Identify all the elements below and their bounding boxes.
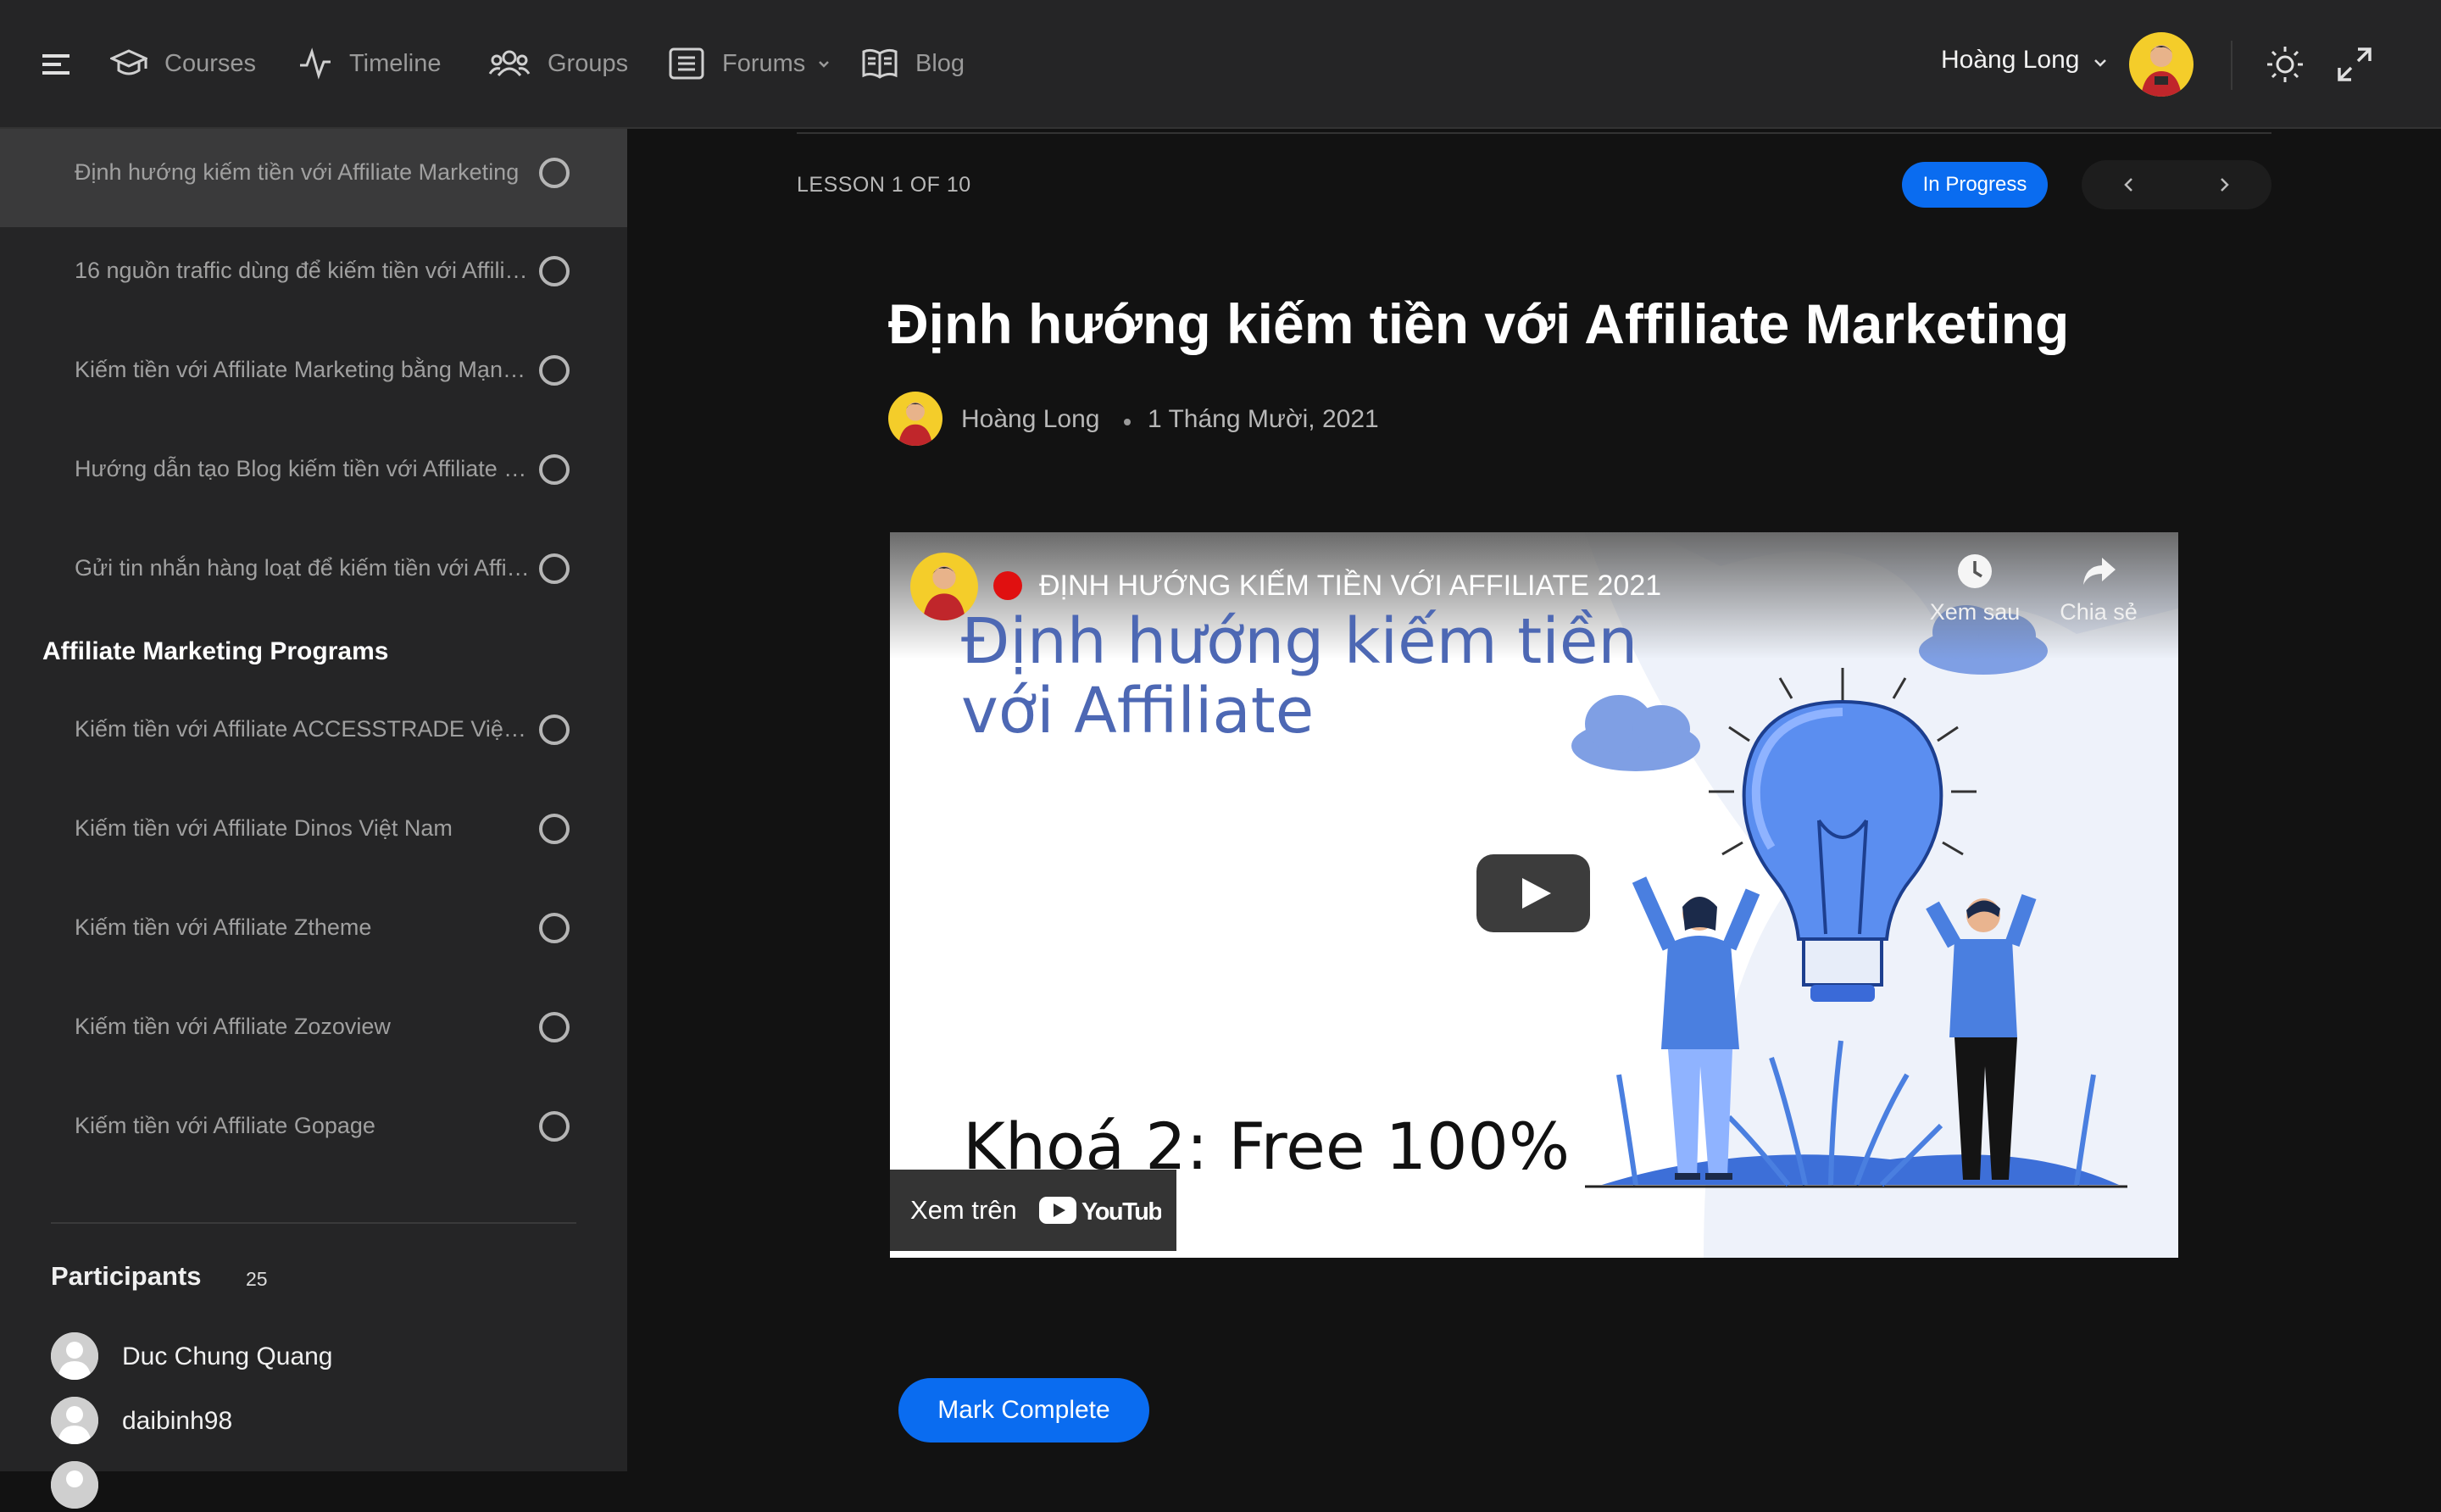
watch-on-youtube-button[interactable]: Xem trên YouTube	[890, 1170, 1176, 1251]
user-menu-name[interactable]: Hoàng Long	[1941, 46, 2079, 75]
nav-blog[interactable]: Blog	[861, 34, 965, 93]
participant-name: Duc Chung Quang	[122, 1342, 333, 1370]
lesson-item-label: Kiếm tiền với Affiliate ACCESSTRADE Việt…	[75, 716, 532, 742]
lesson-item-label: Gửi tin nhắn hàng loạt để kiếm tiền với …	[75, 555, 532, 581]
lesson-header-divider	[797, 132, 2271, 134]
lesson-status-circle-icon	[539, 1012, 570, 1042]
lesson-status-circle-icon	[539, 256, 570, 286]
lesson-item[interactable]: Kiếm tiền với Affiliate Ztheme	[0, 884, 627, 982]
mark-complete-button[interactable]: Mark Complete	[898, 1378, 1149, 1443]
list-icon	[669, 47, 704, 80]
youtube-logo-icon: YouTube	[1039, 1197, 1161, 1226]
lesson-item-label: Kiếm tiền với Affiliate Marketing bằng M…	[75, 357, 532, 382]
red-circle-icon	[993, 571, 1022, 600]
meta-separator	[1124, 419, 1131, 425]
lesson-item-label: Hướng dẫn tạo Blog kiếm tiền với Affilia…	[75, 456, 532, 481]
lesson-status-circle-icon	[539, 454, 570, 485]
lesson-item[interactable]: Kiếm tiền với Affiliate ACCESSTRADE Việt…	[0, 686, 627, 784]
participants-title: Participants	[51, 1261, 202, 1291]
nav-forums-label: Forums	[722, 49, 806, 77]
lesson-item[interactable]: Gửi tin nhắn hàng loạt để kiếm tiền với …	[0, 525, 627, 623]
lesson-status-circle-icon	[539, 913, 570, 943]
page-title: Định hướng kiếm tiền với Affiliate Marke…	[888, 292, 2070, 355]
nav-groups-label: Groups	[548, 49, 629, 77]
lesson-item-label: Định hướng kiếm tiền với Affiliate Marke…	[75, 159, 520, 185]
lesson-item[interactable]: Định hướng kiếm tiền với Affiliate Marke…	[0, 129, 627, 227]
lesson-item[interactable]: 16 nguồn traffic dùng để kiếm tiền với A…	[0, 227, 627, 325]
nav-forums[interactable]: Forums	[668, 34, 831, 93]
watch-on-label: Xem trên	[910, 1195, 1017, 1225]
sidebar-divider	[51, 1222, 576, 1224]
watch-later-button[interactable]: Xem sau	[1916, 553, 2034, 625]
lesson-item[interactable]: Kiếm tiền với Affiliate Zozoview	[0, 983, 627, 1081]
section-title: Affiliate Marketing Programs	[42, 637, 389, 665]
lesson-status-circle-icon	[539, 553, 570, 584]
slide-heading: Định hướng kiếm tiền với Affiliate	[961, 607, 1638, 746]
participant-avatar	[51, 1461, 98, 1509]
user-avatar[interactable]	[2129, 32, 2194, 97]
lesson-item-label: Kiếm tiền với Affiliate Gopage	[75, 1113, 375, 1138]
lesson-status-circle-icon	[539, 1111, 570, 1142]
lesson-status-circle-icon	[539, 355, 570, 386]
share-label: Chia sẻ	[2060, 599, 2138, 625]
participants-count: 25	[246, 1268, 268, 1290]
youtube-wordmark: YouTube	[1081, 1198, 1161, 1226]
nav-timeline[interactable]: Timeline	[298, 34, 442, 93]
lesson-status-circle-icon	[539, 158, 570, 188]
nav-blog-label: Blog	[915, 49, 965, 77]
lesson-item[interactable]: Kiếm tiền với Affiliate Dinos Việt Nam	[0, 785, 627, 883]
activity-icon	[300, 47, 331, 80]
chevron-left-icon	[2124, 178, 2132, 192]
lesson-item[interactable]: Hướng dẫn tạo Blog kiếm tiền với Affilia…	[0, 425, 627, 524]
nav-groups[interactable]: Groups	[488, 34, 628, 93]
post-date: 1 Tháng Mười, 2021	[1148, 405, 1379, 433]
chevron-down-icon[interactable]	[2092, 54, 2109, 71]
video-player[interactable]: ĐỊNH HƯỚNG KIẾM TIỀN VỚI AFFILIATE 2021 …	[890, 532, 2178, 1258]
lesson-item-label: Kiếm tiền với Affiliate Ztheme	[75, 914, 372, 940]
lesson-pager	[2082, 160, 2271, 209]
graduation-cap-icon	[110, 49, 147, 75]
lesson-status-circle-icon	[539, 714, 570, 745]
top-bar: Courses Timeline Groups Forums Blog Hoàn…	[0, 0, 2441, 129]
chevron-down-icon	[819, 61, 830, 68]
lesson-item-label: Kiếm tiền với Affiliate Dinos Việt Nam	[75, 815, 453, 841]
next-lesson-button[interactable]	[2177, 160, 2271, 209]
participant-avatar	[51, 1332, 98, 1380]
video-title[interactable]: ĐỊNH HƯỚNG KIẾM TIỀN VỚI AFFILIATE 2021	[1039, 570, 1661, 603]
slide-heading-line: với Affiliate	[961, 675, 1315, 748]
status-badge: In Progress	[1902, 162, 2048, 208]
lesson-item[interactable]: Kiếm tiền với Affiliate Marketing bằng M…	[0, 326, 627, 425]
lesson-status-circle-icon	[539, 814, 570, 844]
author-avatar[interactable]	[888, 392, 942, 446]
book-icon	[862, 48, 898, 79]
users-icon	[488, 50, 531, 76]
slide-heading-line: Định hướng kiếm tiền	[961, 605, 1638, 678]
watch-later-label: Xem sau	[1929, 599, 2021, 625]
author-name[interactable]: Hoàng Long	[961, 405, 1099, 434]
nav-courses[interactable]: Courses	[110, 34, 256, 93]
clock-icon	[1958, 554, 1992, 588]
lesson-item[interactable]: Kiếm tiền với Affiliate Gopage	[0, 1082, 627, 1181]
share-arrow-icon	[2083, 558, 2116, 585]
participant-name: daibinh98	[122, 1407, 233, 1435]
menu-icon[interactable]	[39, 46, 76, 83]
lesson-item-label: Kiếm tiền với Affiliate Zozoview	[75, 1014, 391, 1039]
nav-courses-label: Courses	[164, 49, 256, 77]
topbar-divider	[2231, 41, 2232, 90]
play-button-icon[interactable]	[1475, 853, 1592, 934]
chevron-right-icon	[2221, 178, 2229, 192]
expand-icon[interactable]	[2336, 46, 2373, 83]
share-button[interactable]: Chia sẻ	[2039, 553, 2158, 625]
participant-avatar	[51, 1397, 98, 1444]
lesson-counter: LESSON 1 OF 10	[797, 173, 971, 197]
course-sidebar: Định hướng kiếm tiền với Affiliate Marke…	[0, 129, 627, 1509]
nav-timeline-label: Timeline	[349, 49, 442, 77]
previous-lesson-button[interactable]	[2082, 160, 2177, 209]
lesson-item-label: 16 nguồn traffic dùng để kiếm tiền với A…	[75, 258, 532, 283]
sun-icon[interactable]	[2265, 44, 2305, 85]
